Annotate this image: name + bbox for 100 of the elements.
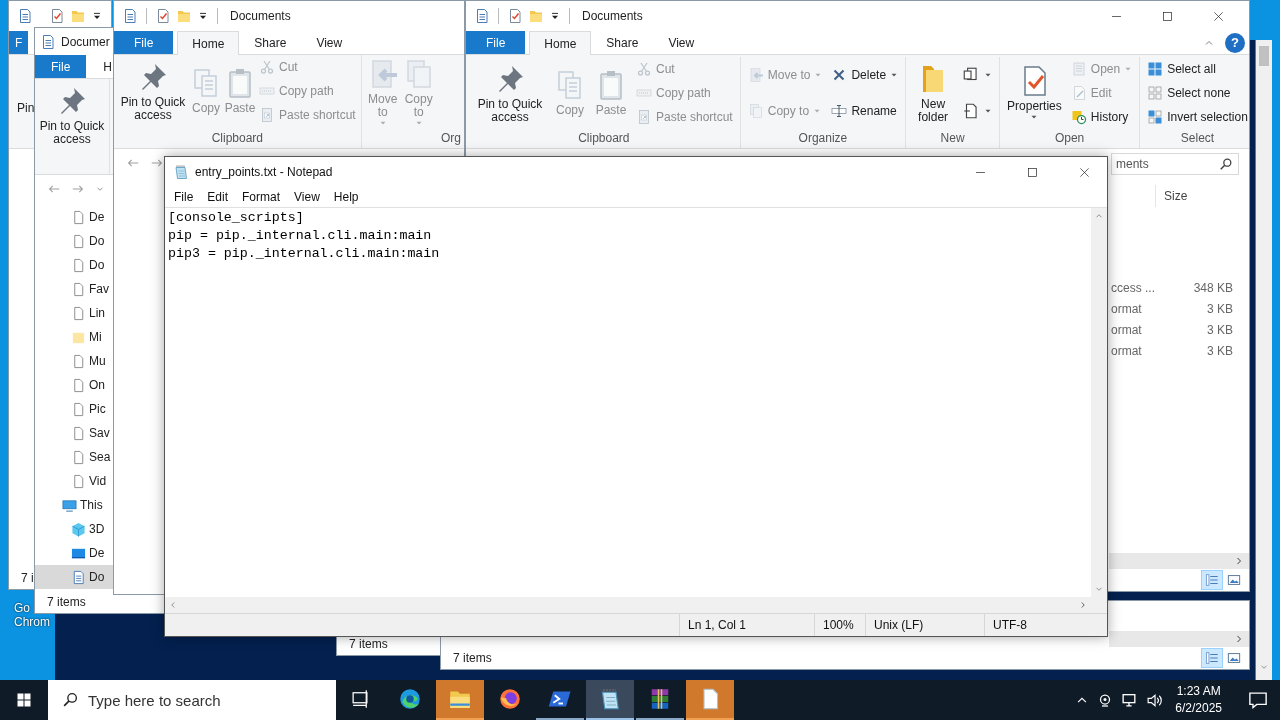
ribbon-button[interactable]: Pin to Quick access — [38, 81, 106, 149]
clock-date[interactable]: 6/2/2025 — [1175, 700, 1222, 717]
ribbon-button[interactable]: Invert selection — [1144, 107, 1249, 127]
file-tab[interactable]: File — [35, 55, 87, 78]
file-icon — [71, 425, 86, 441]
group-label: New — [939, 130, 966, 147]
search-field[interactable]: Type here to search — [48, 680, 336, 720]
cube-icon — [71, 521, 86, 537]
grid-icon — [1147, 85, 1164, 101]
search-icon — [1219, 157, 1233, 171]
search-field[interactable]: ments — [1111, 153, 1239, 175]
firefox-icon — [498, 687, 522, 711]
taskbar-app[interactable] — [586, 680, 634, 720]
file-icon — [71, 449, 86, 465]
ribbon-tab[interactable]: Share — [591, 31, 654, 54]
clock-icon — [1070, 109, 1087, 125]
clock-time[interactable]: 1:23 AM — [1176, 683, 1221, 700]
scrollbar[interactable] — [1256, 40, 1272, 680]
ribbon-tab[interactable]: Home — [529, 31, 592, 55]
ribbon-button[interactable]: Pin to Quick access — [117, 57, 189, 125]
pages-icon — [747, 103, 764, 119]
nav-item[interactable]: De — [35, 205, 113, 229]
nav-item[interactable]: Sav — [35, 421, 113, 445]
text-area[interactable]: [console_scripts] pip = pip._internal.cli.main:main pip3 = pip._internal.cli.main:main — [165, 208, 1091, 597]
file-tab[interactable]: File — [466, 31, 526, 54]
notification-icon[interactable] — [1248, 690, 1268, 710]
maximize-icon — [1026, 166, 1038, 178]
window-title: Documer — [61, 34, 110, 49]
nav-item[interactable]: Do — [35, 253, 113, 277]
ribbon-button[interactable]: Select none — [1144, 83, 1249, 103]
table-cell-text: 3 KB — [1206, 343, 1233, 358]
ribbon-tab[interactable]: H — [90, 55, 113, 78]
scrollbar[interactable] — [165, 597, 1091, 613]
ribbon-button[interactable]: Select all — [1144, 59, 1249, 79]
table-cell-text: 3 KB — [1206, 322, 1233, 337]
file-icon — [71, 353, 86, 369]
thumbnail-view-icon — [1227, 573, 1241, 587]
column-header[interactable]: Size — [1155, 185, 1229, 207]
grid-icon — [1147, 61, 1164, 77]
caret-icon — [1030, 113, 1039, 121]
caret-icon — [813, 107, 822, 115]
file-tab[interactable]: F — [9, 31, 29, 54]
help-button[interactable]: ? — [1225, 32, 1245, 53]
file-tab[interactable]: File — [114, 31, 174, 54]
nav-item[interactable]: Sea — [35, 445, 113, 469]
caret-icon — [1124, 65, 1133, 73]
caret-icon — [984, 107, 993, 115]
thumbnail-view-icon — [1227, 651, 1241, 665]
window-title: entry_points.txt - Notepad — [195, 165, 333, 179]
file-icon — [71, 257, 86, 273]
speaker-icon[interactable] — [1146, 691, 1164, 709]
menu-item[interactable]: Help — [326, 190, 366, 204]
status-text: 7 items — [47, 595, 86, 609]
nav-item[interactable]: This — [35, 493, 113, 517]
ribbon-tab[interactable]: View — [653, 31, 710, 54]
ribbon-tab[interactable]: Share — [239, 31, 302, 54]
ribbon-button[interactable]: Pin to Quick access — [472, 59, 548, 127]
nav-item[interactable]: De — [35, 541, 113, 565]
menu-item[interactable]: Format — [235, 190, 288, 204]
page-icon — [1070, 61, 1087, 77]
group-label: Org — [440, 130, 461, 147]
nav-item[interactable]: Pic — [35, 397, 113, 421]
details-view-button[interactable] — [1201, 570, 1223, 590]
details-view-button[interactable] — [1201, 648, 1223, 668]
window-title: Documents — [582, 9, 643, 23]
ribbon-tab[interactable]: Home — [177, 31, 240, 55]
nav-item[interactable]: On — [35, 373, 113, 397]
file-icon — [71, 209, 86, 225]
notepad-icon — [173, 164, 189, 180]
menu-item[interactable]: File — [167, 190, 201, 204]
scrollbar-thumb[interactable] — [1259, 46, 1269, 66]
menu-item[interactable]: View — [287, 190, 327, 204]
table-cell-text: ormat — [1111, 301, 1143, 316]
ribbon-button[interactable]: Rename — [828, 101, 902, 121]
ribbon-tab[interactable]: View — [301, 31, 358, 54]
ribbon-button[interactable]: Properties — [1004, 62, 1065, 124]
table-cell-text: 3 KB — [1206, 301, 1233, 316]
shortcut-icon — [636, 109, 652, 125]
document-icon — [17, 8, 33, 24]
scrollbar[interactable] — [1109, 631, 1249, 647]
nav-item[interactable]: Do — [35, 229, 113, 253]
menu-item[interactable]: Edit — [200, 190, 236, 204]
folder-icon — [70, 8, 86, 24]
ribbon-button[interactable]: Delete — [828, 65, 902, 85]
scissors-icon — [259, 59, 275, 75]
nav-item[interactable]: Mi — [35, 325, 113, 349]
ribbon-button[interactable]: New folder — [910, 59, 957, 127]
status-text: 7 items — [453, 651, 492, 665]
scrollbar[interactable] — [1109, 553, 1249, 569]
nav-item[interactable]: Mu — [35, 349, 113, 373]
nav-item[interactable]: 3D — [35, 517, 113, 541]
nav-item[interactable]: Do — [35, 565, 113, 589]
nav-item[interactable]: Lin — [35, 301, 113, 325]
nav-item[interactable]: Fav — [35, 277, 113, 301]
status-text: Ln 1, Col 1 — [679, 614, 814, 636]
task-view-icon — [350, 689, 370, 709]
caret-icon — [890, 71, 899, 79]
ribbon-button[interactable]: History — [1067, 107, 1136, 127]
nav-item[interactable]: Vid — [35, 469, 113, 493]
scrollbar[interactable] — [1091, 208, 1107, 597]
